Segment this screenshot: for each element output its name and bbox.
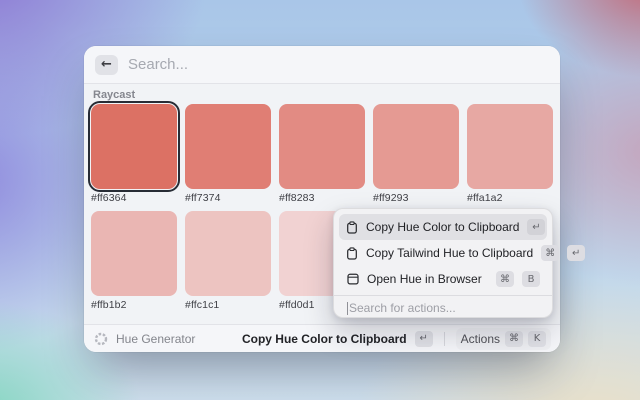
color-cell[interactable]: #ffc1c1: [185, 211, 271, 312]
color-swatch[interactable]: [185, 104, 271, 189]
hex-label: #ffa1a2: [467, 192, 553, 205]
cmd-key-badge: ⌘: [541, 245, 559, 261]
color-swatch[interactable]: [185, 211, 271, 296]
menu-item-label: Open Hue in Browser: [367, 272, 488, 286]
primary-action-label[interactable]: Copy Hue Color to Clipboard: [242, 332, 407, 346]
cmd-key-badge: ⌘: [496, 271, 514, 287]
hex-label: #ff9293: [373, 192, 459, 205]
color-swatch[interactable]: [373, 104, 459, 189]
status-bar: Hue Generator Copy Hue Color to Clipboar…: [84, 324, 560, 352]
actions-search-input[interactable]: [349, 301, 539, 315]
color-cell[interactable]: #ffb1b2: [91, 211, 177, 312]
menu-item-copy-hue-color[interactable]: Copy Hue Color to Clipboard ↵: [339, 214, 547, 240]
actions-menu: Copy Hue Color to Clipboard ↵ Copy Tailw…: [333, 208, 553, 318]
enter-key-badge: ↵: [415, 331, 433, 347]
divider: [444, 332, 445, 346]
back-button[interactable]: ←: [95, 55, 118, 75]
actions-label: Actions: [461, 332, 500, 346]
hex-label: #ff6364: [91, 192, 177, 205]
app-name: Hue Generator: [116, 332, 195, 346]
hex-label: #ff7374: [185, 192, 271, 205]
hex-label: #ffb1b2: [91, 299, 177, 312]
hex-label: #ff8283: [279, 192, 365, 205]
color-cell[interactable]: #ffa1a2: [467, 104, 553, 205]
hue-ring-icon: [93, 331, 108, 346]
enter-key-badge: ↵: [527, 219, 545, 235]
color-swatch[interactable]: [91, 211, 177, 296]
cmd-key-badge: ⌘: [505, 331, 523, 347]
hex-label: #ffc1c1: [185, 299, 271, 312]
search-bar: ←: [84, 46, 560, 84]
enter-key-badge: ↵: [567, 245, 585, 261]
color-swatch[interactable]: [91, 104, 177, 189]
menu-item-open-hue-browser[interactable]: Open Hue in Browser ⌘ B: [339, 266, 547, 292]
section-header: Raycast: [84, 89, 560, 101]
menu-item-copy-tailwind-hue[interactable]: Copy Tailwind Hue to Clipboard ⌘ ↵: [339, 240, 547, 266]
k-key-badge: K: [528, 331, 546, 347]
search-input[interactable]: [128, 56, 549, 73]
color-cell[interactable]: #ff6364: [91, 104, 177, 205]
color-swatch[interactable]: [279, 104, 365, 189]
color-cell[interactable]: #ff8283: [279, 104, 365, 205]
menu-item-label: Copy Tailwind Hue to Clipboard: [366, 246, 533, 260]
text-cursor: [347, 302, 348, 315]
actions-button[interactable]: Actions ⌘ K: [456, 328, 551, 350]
browser-icon: [346, 273, 359, 285]
b-key-badge: B: [522, 271, 540, 287]
clipboard-icon: [346, 221, 358, 234]
actions-search[interactable]: [339, 296, 547, 320]
color-cell[interactable]: #ff9293: [373, 104, 459, 205]
clipboard-icon: [346, 247, 358, 260]
color-cell[interactable]: #ff7374: [185, 104, 271, 205]
menu-item-label: Copy Hue Color to Clipboard: [366, 220, 519, 234]
arrow-left-icon: ←: [101, 57, 112, 72]
color-swatch[interactable]: [467, 104, 553, 189]
